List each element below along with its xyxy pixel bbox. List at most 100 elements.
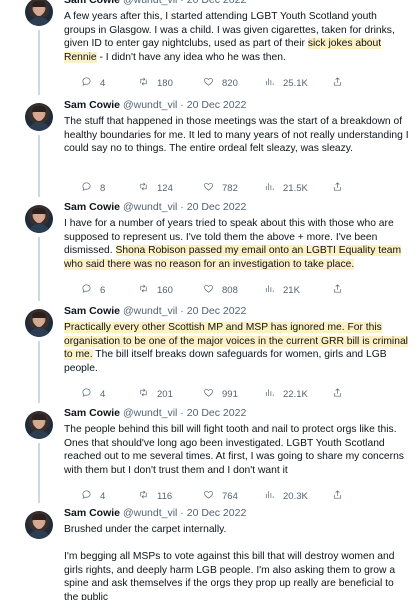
- tweet-header: Sam Cowie @wundt_vil · 20 Dec 2022: [64, 305, 246, 318]
- reply-icon: [81, 387, 92, 401]
- views-count: 21K: [283, 284, 300, 296]
- share-button[interactable]: [332, 387, 343, 401]
- author-handle[interactable]: @wundt_vil: [123, 0, 177, 6]
- retweets-count: 180: [157, 77, 173, 89]
- bar-chart-icon: [264, 489, 275, 503]
- author-handle[interactable]: @wundt_vil: [123, 507, 177, 519]
- reply-icon: [81, 283, 92, 297]
- like-button[interactable]: 782: [203, 181, 238, 195]
- heart-icon: [203, 283, 214, 297]
- retweet-button[interactable]: 180: [138, 76, 173, 90]
- like-button[interactable]: 991: [203, 387, 238, 401]
- views-button[interactable]: 22.1K: [264, 387, 308, 401]
- reply-icon: [81, 181, 92, 195]
- tweet-date[interactable]: 20 Dec 2022: [187, 407, 247, 419]
- reply-button[interactable]: 4: [81, 489, 105, 503]
- like-button[interactable]: 820: [203, 76, 238, 90]
- share-button[interactable]: [332, 76, 343, 90]
- tweet-action-bar: 4 180 820 25.1K: [64, 76, 404, 90]
- bar-chart-icon: [264, 387, 275, 401]
- author-name[interactable]: Sam Cowie: [64, 0, 120, 6]
- tweet-text-segment: The stuff that happened in those meeting…: [64, 116, 409, 155]
- avatar[interactable]: [25, 411, 53, 439]
- author-name[interactable]: Sam Cowie: [64, 305, 120, 317]
- tweet-action-bar: 8 124 782 21.5K: [64, 181, 404, 195]
- tweet-date[interactable]: 20 Dec 2022: [187, 0, 247, 6]
- avatar[interactable]: [25, 205, 53, 233]
- author-name[interactable]: Sam Cowie: [64, 407, 120, 419]
- share-button[interactable]: [332, 181, 343, 195]
- views-count: 20.3K: [283, 490, 308, 502]
- tweet-text: Brushed under the carpet internally. I'm …: [64, 523, 409, 600]
- tweet-date[interactable]: 20 Dec 2022: [187, 507, 247, 519]
- reply-button[interactable]: 4: [81, 387, 105, 401]
- heart-icon: [203, 489, 214, 503]
- share-icon: [332, 181, 343, 195]
- retweet-button[interactable]: 201: [138, 387, 173, 401]
- retweet-icon: [138, 181, 149, 195]
- tweet-header: Sam Cowie @wundt_vil · 20 Dec 2022: [64, 0, 246, 7]
- likes-count: 820: [222, 77, 238, 89]
- reply-button[interactable]: 8: [81, 181, 105, 195]
- retweet-button[interactable]: 124: [138, 181, 173, 195]
- share-button[interactable]: [332, 283, 343, 297]
- like-button[interactable]: 808: [203, 283, 238, 297]
- separator-dot: ·: [177, 305, 187, 317]
- tweet-text: The stuff that happened in those meeting…: [64, 115, 409, 156]
- retweet-button[interactable]: 160: [138, 283, 173, 297]
- reply-icon: [81, 76, 92, 90]
- retweet-icon: [138, 489, 149, 503]
- reply-button[interactable]: 4: [81, 76, 105, 90]
- thread-connector-line: [38, 237, 40, 301]
- like-button[interactable]: 764: [203, 489, 238, 503]
- replies-count: 8: [100, 182, 106, 194]
- avatar[interactable]: [25, 511, 53, 539]
- share-button[interactable]: [332, 489, 343, 503]
- retweets-count: 116: [157, 490, 173, 502]
- author-handle[interactable]: @wundt_vil: [123, 305, 177, 317]
- views-button[interactable]: 21K: [264, 283, 300, 297]
- avatar[interactable]: [25, 103, 53, 131]
- tweet-header: Sam Cowie @wundt_vil · 20 Dec 2022: [64, 99, 246, 112]
- thread-connector-line: [38, 443, 40, 503]
- replies-count: 4: [100, 388, 106, 400]
- tweet-date[interactable]: 20 Dec 2022: [187, 201, 247, 213]
- replies-count: 4: [100, 490, 106, 502]
- author-handle[interactable]: @wundt_vil: [123, 201, 177, 213]
- separator-dot: ·: [177, 507, 187, 519]
- tweet-action-bar: 6 160 808 21K: [64, 283, 404, 297]
- tweet-date[interactable]: 20 Dec 2022: [187, 305, 247, 317]
- tweet-date[interactable]: 20 Dec 2022: [187, 99, 247, 111]
- avatar[interactable]: [25, 0, 53, 26]
- tweet-header: Sam Cowie @wundt_vil · 20 Dec 2022: [64, 507, 246, 520]
- bar-chart-icon: [264, 76, 275, 90]
- tweet-text: The people behind this bill will fight t…: [64, 423, 409, 477]
- tweet-text: I have for a number of years tried to sp…: [64, 217, 409, 271]
- reply-button[interactable]: 6: [81, 283, 105, 297]
- views-button[interactable]: 25.1K: [264, 76, 308, 90]
- tweet-text-segment: The people behind this bill will fight t…: [64, 424, 404, 476]
- author-handle[interactable]: @wundt_vil: [123, 407, 177, 419]
- thread-connector-line: [38, 135, 40, 197]
- heart-icon: [203, 387, 214, 401]
- bar-chart-icon: [264, 283, 275, 297]
- tweet-text: A few years after this, I started attend…: [64, 10, 409, 64]
- views-button[interactable]: 20.3K: [264, 489, 308, 503]
- replies-count: 6: [100, 284, 106, 296]
- heart-icon: [203, 76, 214, 90]
- author-name[interactable]: Sam Cowie: [64, 507, 120, 519]
- heart-icon: [203, 181, 214, 195]
- share-icon: [332, 489, 343, 503]
- author-name[interactable]: Sam Cowie: [64, 201, 120, 213]
- likes-count: 764: [222, 490, 238, 502]
- tweet-text-segment: The bill itself breaks down safeguards f…: [64, 349, 387, 374]
- tweet-header: Sam Cowie @wundt_vil · 20 Dec 2022: [64, 407, 246, 420]
- views-button[interactable]: 21.5K: [264, 181, 308, 195]
- retweet-button[interactable]: 116: [138, 489, 172, 503]
- retweet-icon: [138, 76, 149, 90]
- retweets-count: 201: [157, 388, 173, 400]
- author-name[interactable]: Sam Cowie: [64, 99, 120, 111]
- author-handle[interactable]: @wundt_vil: [123, 99, 177, 111]
- retweet-icon: [138, 387, 149, 401]
- avatar[interactable]: [25, 309, 53, 337]
